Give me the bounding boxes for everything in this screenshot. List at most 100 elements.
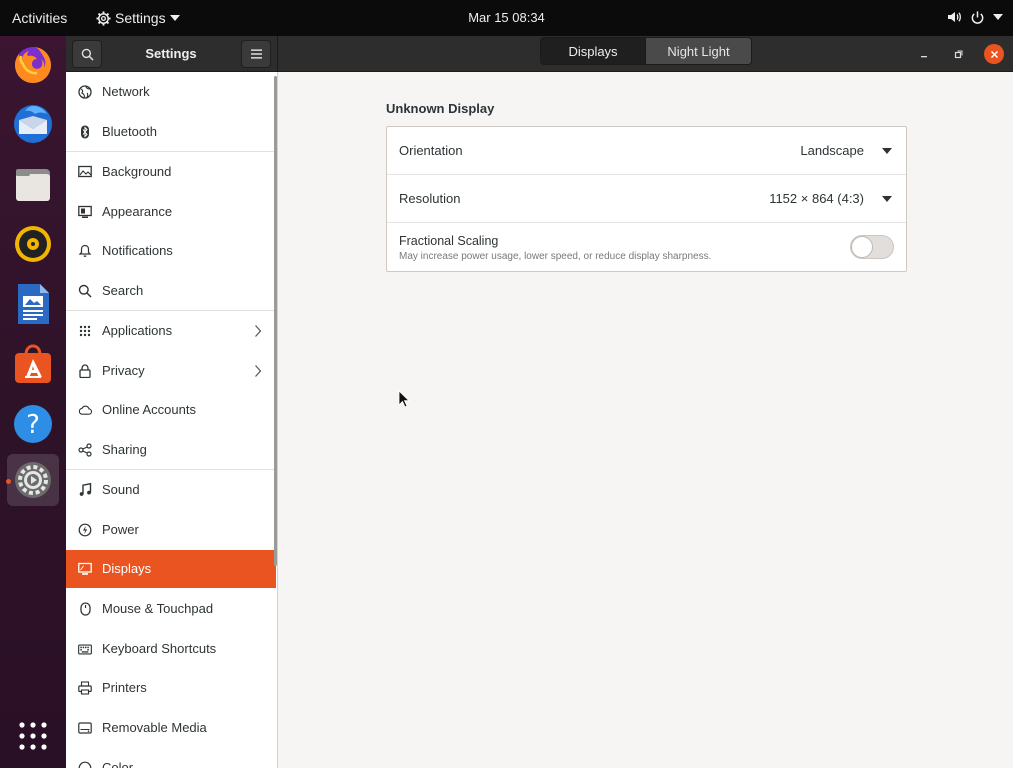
resolution-dropdown[interactable]: Resolution 1152 × 864 (4:3) bbox=[387, 175, 906, 223]
dock: ? bbox=[0, 36, 66, 768]
activities-button[interactable]: Activities bbox=[12, 10, 67, 26]
sidebar-item-label: Privacy bbox=[102, 363, 145, 378]
orientation-label: Orientation bbox=[399, 143, 463, 158]
close-button[interactable] bbox=[984, 44, 1004, 64]
keyboard-icon bbox=[78, 642, 92, 656]
firefox-icon bbox=[15, 47, 51, 83]
sidebar-item-online-accounts[interactable]: Online Accounts bbox=[66, 391, 276, 429]
hamburger-icon bbox=[250, 49, 262, 59]
top-bar: Activities Settings Mar 15 08:34 bbox=[0, 0, 1013, 36]
sidebar-item-label: Sharing bbox=[102, 442, 147, 457]
divider bbox=[66, 151, 276, 152]
sidebar: Network Bluetooth Background Appearance … bbox=[66, 72, 278, 768]
search-icon bbox=[81, 48, 94, 61]
sidebar-item-label: Online Accounts bbox=[102, 402, 196, 417]
close-icon bbox=[990, 50, 998, 58]
dock-show-applications[interactable] bbox=[7, 710, 59, 762]
color-icon bbox=[78, 761, 92, 768]
sidebar-item-displays[interactable]: Displays bbox=[66, 550, 276, 588]
divider bbox=[66, 310, 276, 311]
fractional-scaling-label: Fractional Scaling bbox=[399, 234, 499, 248]
sidebar-item-network[interactable]: Network bbox=[66, 73, 276, 111]
search-button[interactable] bbox=[72, 40, 102, 68]
dock-files[interactable] bbox=[7, 158, 59, 210]
background-icon bbox=[78, 165, 92, 179]
sidebar-item-sharing[interactable]: Sharing bbox=[66, 431, 276, 469]
dock-software[interactable] bbox=[7, 338, 59, 390]
fractional-scaling-row: Fractional Scaling May increase power us… bbox=[387, 223, 906, 271]
ubuntu-software-icon bbox=[15, 344, 51, 383]
dock-firefox[interactable] bbox=[7, 38, 59, 90]
dock-writer[interactable] bbox=[7, 278, 59, 330]
search-icon bbox=[78, 284, 92, 298]
mouse-icon bbox=[78, 602, 92, 616]
dock-settings[interactable] bbox=[7, 454, 59, 506]
sidebar-item-label: Appearance bbox=[102, 204, 173, 219]
main-menu-button[interactable] bbox=[241, 40, 271, 68]
minimize-button[interactable] bbox=[914, 44, 934, 64]
sidebar-item-power[interactable]: Power bbox=[66, 511, 276, 549]
view-switcher: Displays Night Light bbox=[540, 37, 752, 65]
divider bbox=[66, 469, 276, 470]
settings-icon bbox=[15, 462, 51, 498]
switch-knob bbox=[851, 236, 873, 258]
sidebar-item-label: Power bbox=[102, 522, 139, 537]
sidebar-item-search[interactable]: Search bbox=[66, 272, 276, 310]
dock-rhythmbox[interactable] bbox=[7, 218, 59, 270]
maximize-icon bbox=[954, 50, 962, 58]
thunderbird-icon bbox=[14, 105, 52, 143]
tab-night-light[interactable]: Night Light bbox=[646, 37, 752, 65]
sidebar-item-label: Search bbox=[102, 283, 144, 298]
display-settings-list: Orientation Landscape Resolution 1152 × … bbox=[386, 126, 907, 272]
sidebar-item-bluetooth[interactable]: Bluetooth bbox=[66, 113, 276, 151]
fractional-scaling-switch[interactable] bbox=[850, 235, 894, 259]
orientation-dropdown[interactable]: Orientation Landscape bbox=[387, 127, 906, 175]
sidebar-item-label: Printers bbox=[102, 680, 147, 695]
maximize-button[interactable] bbox=[948, 44, 968, 64]
displays-icon bbox=[78, 562, 92, 576]
sidebar-item-printers[interactable]: Printers bbox=[66, 669, 276, 707]
sidebar-item-label: Notifications bbox=[102, 243, 173, 258]
orientation-value: Landscape bbox=[800, 143, 864, 158]
sound-icon bbox=[78, 483, 92, 497]
sidebar-item-keyboard-shortcuts[interactable]: Keyboard Shortcuts bbox=[66, 630, 276, 668]
libreoffice-writer-icon bbox=[18, 284, 49, 324]
sidebar-item-label: Bluetooth bbox=[102, 124, 157, 139]
sidebar-item-color[interactable]: Color bbox=[66, 749, 276, 768]
sidebar-item-appearance[interactable]: Appearance bbox=[66, 193, 276, 231]
sidebar-item-label: Removable Media bbox=[102, 720, 207, 735]
displays-panel: Unknown Display Orientation Landscape Re… bbox=[278, 72, 1013, 768]
dock-thunderbird[interactable] bbox=[7, 98, 59, 150]
printers-icon bbox=[78, 681, 92, 695]
svg-text:?: ? bbox=[26, 410, 40, 440]
chevron-down-icon bbox=[169, 15, 180, 21]
dock-help[interactable]: ? bbox=[7, 398, 59, 450]
clock[interactable]: Mar 15 08:34 bbox=[468, 10, 545, 25]
window-title: Settings bbox=[145, 46, 197, 61]
resolution-label: Resolution bbox=[399, 191, 461, 206]
app-menu-label: Settings bbox=[115, 10, 166, 26]
sidebar-scrollbar[interactable] bbox=[274, 76, 277, 566]
sidebar-item-label: Background bbox=[102, 164, 172, 179]
tab-displays[interactable]: Displays bbox=[540, 37, 646, 65]
volume-icon bbox=[948, 12, 961, 22]
sidebar-item-notifications[interactable]: Notifications bbox=[66, 232, 276, 270]
sidebar-item-label: Sound bbox=[102, 482, 140, 497]
sidebar-item-removable-media[interactable]: Removable Media bbox=[66, 709, 276, 747]
show-applications-icon bbox=[19, 722, 47, 750]
header-bar: Settings Displays Night Light bbox=[66, 36, 1013, 72]
sidebar-item-privacy[interactable]: Privacy bbox=[66, 352, 276, 390]
applications-icon bbox=[78, 324, 92, 338]
privacy-icon bbox=[78, 364, 92, 378]
sidebar-item-mouse-touchpad[interactable]: Mouse & Touchpad bbox=[66, 590, 276, 628]
sidebar-item-background[interactable]: Background bbox=[66, 153, 276, 191]
system-status-menu[interactable] bbox=[946, 9, 1003, 25]
resolution-value: 1152 × 864 (4:3) bbox=[769, 191, 864, 206]
power-icon bbox=[971, 10, 984, 24]
sidebar-item-sound[interactable]: Sound bbox=[66, 471, 276, 509]
chevron-right-icon bbox=[254, 324, 262, 341]
gear-icon bbox=[96, 10, 111, 26]
sidebar-item-applications[interactable]: Applications bbox=[66, 312, 276, 350]
sidebar-item-label: Color bbox=[102, 760, 134, 768]
app-menu-button[interactable]: Settings bbox=[96, 10, 180, 26]
